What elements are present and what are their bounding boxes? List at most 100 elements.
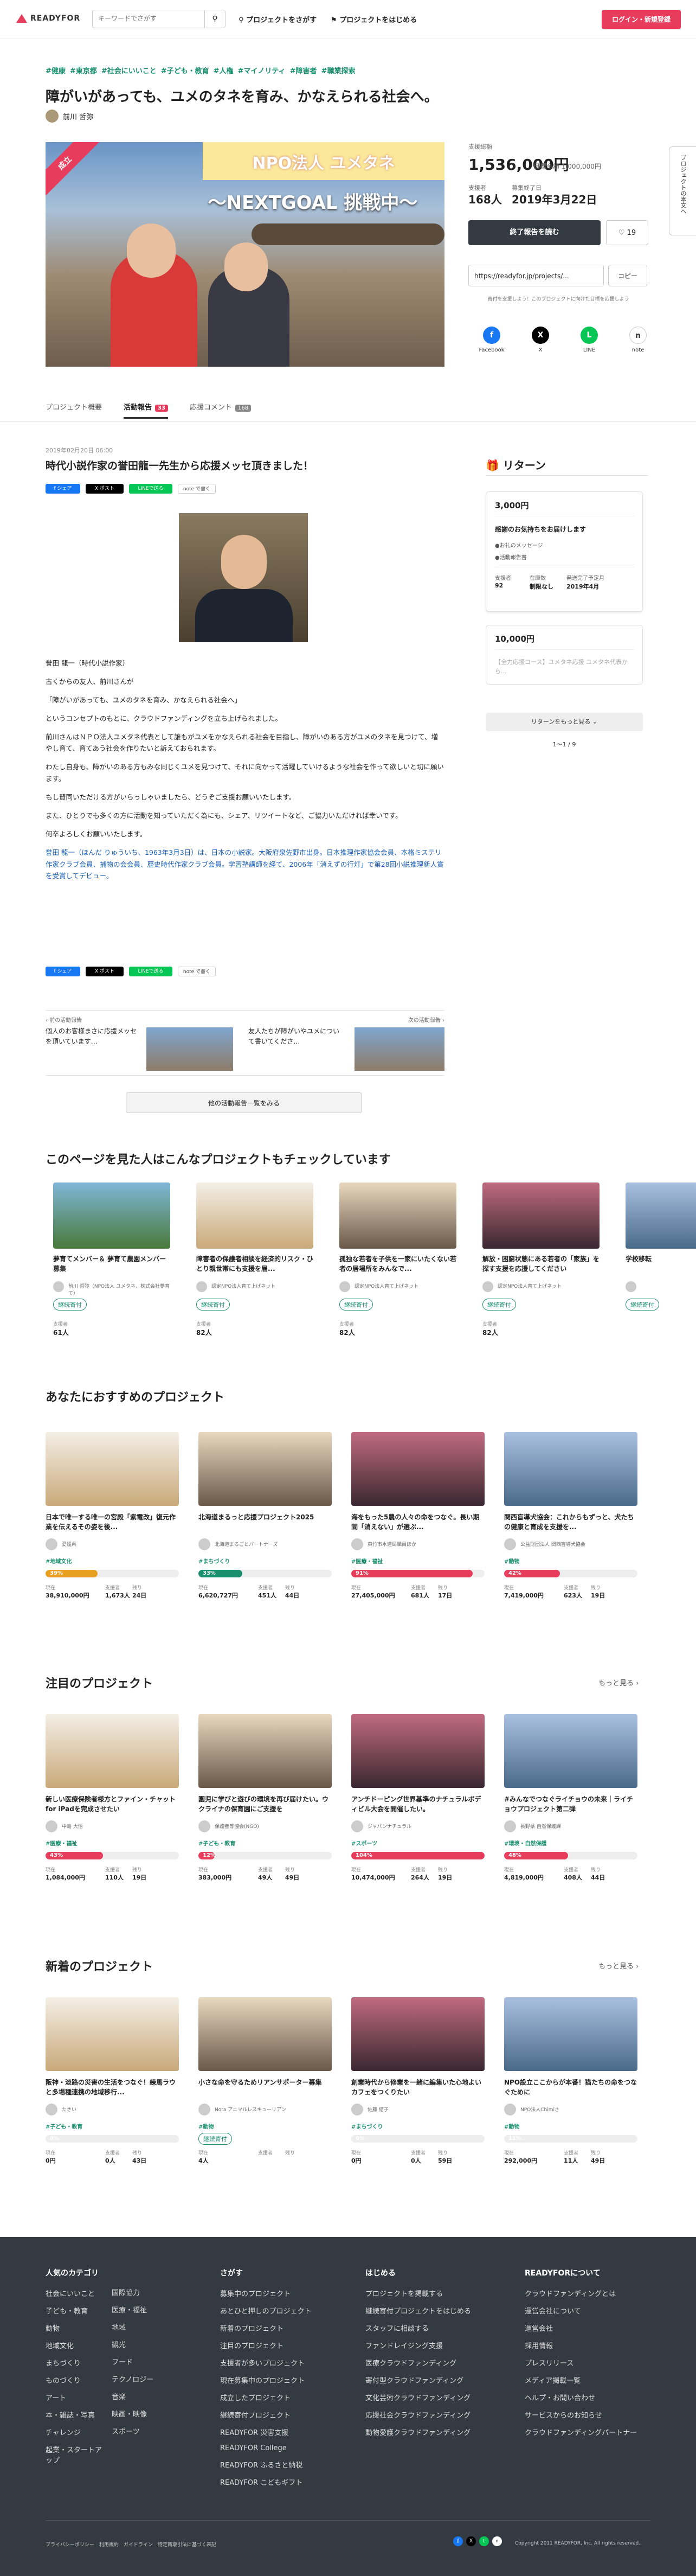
featured-card[interactable]: #みんなでつなぐライチョウの未来｜ライチョウプロジェクト第二弾 長野県 自然保護課… (504, 1714, 637, 1888)
footer-link[interactable]: プレスリリース (525, 2357, 655, 2368)
card-tag[interactable]: #医療・福祉 (351, 1557, 383, 1565)
tab-0[interactable]: プロジェクト概要 (46, 401, 102, 419)
recommended-card[interactable]: 北海道まるっと応援プロジェクト2025 北海道まるごとパートナーズ #まちづくり 33… (198, 1432, 332, 1606)
footer-link[interactable]: 社会にいいこと (46, 2288, 105, 2298)
share-button-0[interactable]: f シェア (46, 484, 80, 494)
footer-link[interactable]: プロジェクトを掲載する (365, 2288, 506, 2298)
footer-link[interactable]: あとひと押しのプロジェクト (220, 2305, 350, 2316)
footer-link[interactable]: 新着のプロジェクト (220, 2323, 350, 2333)
footer-link[interactable]: まちづくり (46, 2357, 105, 2368)
footer-link[interactable]: クラウドファンディングとは (525, 2288, 655, 2298)
nav-start-project[interactable]: ⚑ プロジェクトをはじめる (331, 14, 417, 24)
footer-link[interactable]: アート (46, 2392, 105, 2402)
footer-link[interactable]: 国際協力 (112, 2287, 171, 2297)
search-button[interactable]: ⚲ (204, 10, 225, 28)
newest-more-link[interactable]: もっと見る › (598, 1960, 639, 1971)
footer-link[interactable]: 本・雑誌・写真 (46, 2409, 105, 2420)
card-tag[interactable]: #地域文化 (46, 1557, 72, 1565)
footer-link[interactable]: READYFOR College (220, 2444, 350, 2452)
tag-link[interactable]: #マイノリティ (238, 67, 286, 75)
all-reports-button[interactable]: 他の活動報告一覧をみる (126, 1092, 362, 1113)
also-viewed-card[interactable]: 障害者の保護者相談を経済的リスク・ひとり親世帯にも支援を届... 認定NPO法人育… (196, 1182, 313, 1351)
footer-link[interactable]: 観光 (112, 2339, 171, 2349)
share-button-1[interactable]: X ポスト (86, 967, 124, 976)
footer-link[interactable]: 起業・スタートアップ (46, 2444, 105, 2465)
tag-link[interactable]: #人権 (214, 67, 234, 75)
card-tag[interactable]: #環境・自然保護 (504, 1839, 546, 1847)
featured-card[interactable]: 新しい医療保険者様方とファイン・チャットfor iPadを完成させたい 中島 大悟… (46, 1714, 179, 1888)
like-button[interactable]: ♡ 19 (606, 220, 648, 245)
footer-link[interactable]: 映画・映像 (112, 2408, 171, 2419)
footer-link[interactable]: 医療・福祉 (112, 2304, 171, 2315)
footer-link[interactable]: 成立したプロジェクト (220, 2392, 350, 2402)
side-jump-tab[interactable]: プロジェクトの本文へ (669, 146, 696, 235)
newest-card[interactable]: 創業時代から修業を一緒に編集いた心地よいカフェをつくりたい 佐藤 結子 #まちづくり… (351, 1997, 485, 2171)
card-tag[interactable]: #動物 (198, 2122, 214, 2130)
footer-link[interactable]: チャレンジ (46, 2427, 105, 2437)
read-report-button[interactable]: 終了報告を読む (468, 220, 601, 245)
card-tag[interactable]: #動物 (504, 2122, 519, 2130)
next-report[interactable]: 次の活動報告 › 友人たちが障がいやユメについて書いてくださ… (248, 1012, 444, 1074)
tab-1[interactable]: 活動報告 33 (124, 401, 168, 419)
footer-link[interactable]: スタッフに相談する (365, 2323, 506, 2333)
share-note[interactable]: n note (619, 327, 657, 353)
share-button-2[interactable]: LINEで送る (129, 484, 172, 494)
footer-link[interactable]: 採用情報 (525, 2340, 655, 2350)
featured-card[interactable]: 園児に学びと遊びの環境を再び届けたい。ウクライナの保育園にご支援を 保護者等協会(… (198, 1714, 332, 1888)
recommended-card[interactable]: 日本で唯一する唯一の宮殿「紫電改」復元作業を伝えるその姿を後... 愛媛県 #地域文… (46, 1432, 179, 1606)
featured-card[interactable]: アンチドーピング世界基準のナチュラルボディビル大会を開催したい。 ジャパンナチュラ… (351, 1714, 485, 1888)
return-card-1[interactable]: 3,000円 感謝のお気持ちをお届けします ●お礼のメッセージ ●活動報告書 支… (486, 491, 643, 612)
newest-card[interactable]: NPO設立ここからが本番！猫たちの命をつなぐために NPO法人Chimiさ #動物 1… (504, 1997, 637, 2171)
share-button-3[interactable]: note で書く (178, 484, 216, 494)
also-viewed-card[interactable]: 解放・困窮状態にある若者の「家族」を探す支援を応援してください 認定NPO法人育て… (482, 1182, 600, 1351)
footer-bottom-links[interactable]: プライバシーポリシー 利用規約 ガイドライン 特定商取引法に基づく表記 (46, 2541, 216, 2548)
footer-link[interactable]: 継続寄付プロジェクトをはじめる (365, 2305, 506, 2316)
newest-card[interactable]: 小さな命を守るためリアンサポーター募集 Nora アニマルレスキューリアン #動物継… (198, 1997, 332, 2171)
search-input[interactable] (98, 15, 201, 22)
footer-link[interactable]: メディア掲載一覧 (525, 2375, 655, 2385)
footer-link[interactable]: ファンドレイジング支援 (365, 2340, 506, 2350)
newest-card[interactable]: 阪神・淡路の災害の生活をつなぐ！練馬ラウと多場種連携の地域移行... たきい #子ど… (46, 1997, 179, 2171)
recommended-card[interactable]: 関西盲導犬協会：これからもずっと、犬たちの健康と育成を支援を... 公益財団法人 … (504, 1432, 637, 1606)
nav-search-projects[interactable]: ⚲ プロジェクトをさがす (239, 14, 317, 24)
footer-link[interactable]: ものづくり (46, 2375, 105, 2385)
footer-link[interactable]: サービスからのお知らせ (525, 2409, 655, 2420)
footer-link[interactable]: 地域文化 (46, 2340, 105, 2350)
card-tag[interactable]: #まちづくり (198, 1557, 230, 1565)
return-card-2[interactable]: 10,000円 【全力応援コース】ユメタネ応援 ユメタネ代表から... (486, 625, 643, 685)
footer-link[interactable]: 動物愛護クラウドファンディング (365, 2427, 506, 2437)
footer-link[interactable]: 運営会社について (525, 2305, 655, 2316)
footer-link[interactable]: 子ども・教育 (46, 2305, 105, 2316)
footer-link[interactable]: スポーツ (112, 2426, 171, 2436)
share-button-2[interactable]: LINEで送る (129, 967, 172, 976)
featured-more-link[interactable]: もっと見る › (598, 1677, 639, 1687)
card-tag[interactable]: #医療・福祉 (46, 1839, 77, 1847)
card-tag[interactable]: #子ども・教育 (46, 2122, 82, 2130)
footer-link[interactable]: 募集中のプロジェクト (220, 2288, 350, 2298)
share-button-1[interactable]: X ポスト (86, 484, 124, 494)
tab-2[interactable]: 応援コメント 168 (190, 401, 252, 419)
card-tag[interactable]: #スポーツ (351, 1839, 377, 1847)
footer-link[interactable]: 注目のプロジェクト (220, 2340, 350, 2350)
footer-link[interactable]: 現在募集中のプロジェクト (220, 2375, 350, 2385)
tag-link[interactable]: #社会にいいこと (101, 67, 157, 75)
tag-link[interactable]: #東京都 (70, 67, 97, 75)
facebook-icon[interactable]: f (453, 2536, 463, 2546)
footer-link[interactable]: 医療クラウドファンディング (365, 2357, 506, 2368)
tag-link[interactable]: #健康 (46, 67, 66, 75)
footer-link[interactable]: フード (112, 2356, 171, 2367)
tag-link[interactable]: #職業探索 (321, 67, 356, 75)
footer-link[interactable]: 運営会社 (525, 2323, 655, 2333)
share-facebook[interactable]: f Facebook (473, 327, 511, 353)
footer-link[interactable]: 地域 (112, 2322, 171, 2332)
card-tag[interactable]: #動物 (504, 1557, 519, 1565)
tag-link[interactable]: #子ども・教育 (161, 67, 209, 75)
prev-report[interactable]: ‹ 前の活動報告 個人のお客様まさに応援メッセを頂いています… (46, 1012, 237, 1074)
card-tag[interactable]: #まちづくり (351, 2122, 383, 2130)
footer-link[interactable]: READYFOR ふるさと納税 (220, 2459, 350, 2470)
also-viewed-card[interactable]: 学校移転 継続寄付 (626, 1182, 696, 1351)
footer-link[interactable]: 寄付型クラウドファンディング (365, 2375, 506, 2385)
share-button-3[interactable]: note で書く (178, 967, 216, 976)
footer-link[interactable]: 動物 (46, 2323, 105, 2333)
share-x[interactable]: XX (521, 327, 559, 353)
